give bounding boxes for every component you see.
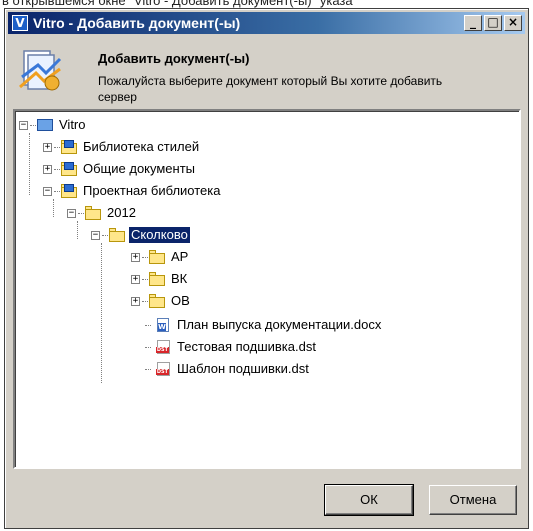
tree-label-file[interactable]: Тестовая подшивка.dst	[175, 339, 318, 355]
expand-toggle[interactable]: +	[43, 164, 52, 174]
tree-label-subfolder[interactable]: ОВ	[169, 293, 192, 309]
dialog-title: Vitro - Добавить документ(-ы)	[33, 15, 241, 31]
expand-toggle[interactable]: +	[131, 252, 140, 262]
tree-node-subfolder[interactable]: + ВК	[131, 269, 189, 289]
folder-icon	[149, 272, 165, 286]
tree-node-subfolder[interactable]: + АР	[131, 247, 190, 267]
tree-guide-line	[29, 133, 30, 195]
vitro-server-icon	[37, 118, 53, 132]
tree-label-library[interactable]: Библиотека стилей	[81, 139, 201, 155]
dst-file-icon: DST	[155, 340, 171, 354]
header-description-line2: сервер	[98, 90, 137, 104]
tree-node-library[interactable]: − Проектная библиотека	[43, 181, 222, 201]
document-add-icon	[19, 50, 62, 91]
tree-label-vitro[interactable]: Vitro	[57, 117, 88, 133]
collapse-toggle[interactable]: −	[91, 230, 100, 240]
tree-node-file[interactable]: W План выпуска документации.docx	[145, 315, 383, 335]
tree-node-library[interactable]: + Библиотека стилей	[43, 137, 201, 157]
tree-node-file[interactable]: DST Шаблон подшивки.dst	[145, 359, 311, 379]
tree-node-subfolder[interactable]: + ОВ	[131, 291, 192, 311]
document-tree[interactable]: − Vitro + Библиотека стилей + Общие доку…	[13, 109, 521, 469]
add-document-dialog: V Vitro - Добавить документ(-ы) _ □ × До…	[4, 8, 529, 529]
close-button[interactable]: ×	[504, 15, 522, 31]
cancel-button[interactable]: Отмена	[429, 485, 517, 515]
folder-open-icon	[109, 228, 125, 242]
tree-label-subfolder[interactable]: ВК	[169, 271, 189, 287]
tree-label-file[interactable]: Шаблон подшивки.dst	[175, 361, 311, 377]
library-folder-icon	[61, 162, 77, 176]
tree-node-selected-folder[interactable]: − Сколково	[91, 225, 191, 245]
expand-toggle[interactable]: +	[43, 142, 52, 152]
dst-file-icon: DST	[155, 362, 171, 376]
tree-guide-line	[101, 243, 102, 383]
vitro-app-icon: V	[12, 15, 28, 31]
background-document-text: в открывшемся окне "Vitro - Добавить док…	[2, 0, 353, 8]
word-document-icon: W	[155, 318, 171, 332]
library-folder-icon	[61, 140, 77, 154]
tree-node-vitro[interactable]: − Vitro	[19, 115, 88, 135]
tree-guide-line	[53, 199, 54, 217]
tree-label-subfolder[interactable]: АР	[169, 249, 190, 265]
library-folder-icon	[61, 184, 77, 198]
collapse-toggle[interactable]: −	[43, 186, 52, 196]
tree-label-year[interactable]: 2012	[105, 205, 138, 221]
collapse-toggle[interactable]: −	[67, 208, 76, 218]
dialog-titlebar[interactable]: V Vitro - Добавить документ(-ы) _ □ ×	[8, 12, 525, 34]
header-title: Добавить документ(-ы)	[98, 51, 250, 66]
tree-label-file[interactable]: План выпуска документации.docx	[175, 317, 383, 333]
tree-node-file[interactable]: DST Тестовая подшивка.dst	[145, 337, 318, 357]
tree-label-selected[interactable]: Сколково	[128, 226, 191, 244]
ok-button[interactable]: ОК	[324, 484, 414, 516]
tree-label-library[interactable]: Общие документы	[81, 161, 197, 177]
maximize-button[interactable]: □	[484, 15, 502, 31]
folder-icon	[149, 250, 165, 264]
tree-node-library[interactable]: + Общие документы	[43, 159, 197, 179]
tree-node-year[interactable]: − 2012	[67, 203, 138, 223]
dialog-header: Добавить документ(-ы) Пожалуйста выберит…	[8, 35, 525, 105]
expand-toggle[interactable]: +	[131, 274, 140, 284]
tree-guide-line	[77, 221, 78, 239]
tree-label-library[interactable]: Проектная библиотека	[81, 183, 222, 199]
header-description: Пожалуйста выберите документ который Вы …	[98, 73, 525, 105]
minimize-button[interactable]: _	[464, 15, 482, 31]
expand-toggle[interactable]: +	[131, 296, 140, 306]
header-description-line1: Пожалуйста выберите документ который Вы …	[98, 74, 443, 88]
folder-icon	[149, 294, 165, 308]
folder-icon	[85, 206, 101, 220]
collapse-toggle[interactable]: −	[19, 120, 28, 130]
